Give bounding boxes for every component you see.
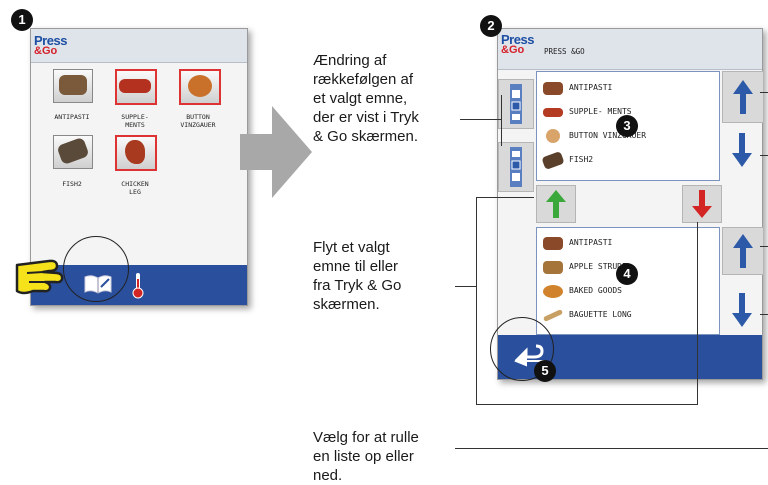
list-item[interactable]: BAGUETTE LONG	[537, 303, 719, 327]
step-badge-3: 3	[616, 115, 638, 137]
caption-move: Flyt et valgt emne til eller fra Tryk & …	[313, 239, 402, 313]
caption-reorder: Ændring af rækkefølgen af et valgt emne,…	[313, 52, 419, 145]
connector-line	[455, 448, 768, 449]
tile-label: CHICKEN LEG	[121, 180, 149, 196]
connector-line	[760, 246, 768, 247]
screen-title: PRESS &GO	[544, 47, 585, 56]
step-badge-4: 4	[616, 263, 638, 285]
list-item-label: BAKED GOODS	[569, 286, 622, 295]
press-go-edit-screen: Press &Go PRESS &GO ANTIPASTI SUPPLE- ME…	[480, 15, 764, 382]
step-badge-2: 2	[480, 15, 502, 37]
reorder-down-icon	[509, 147, 523, 187]
connector-line	[760, 155, 768, 156]
food-icon	[119, 79, 151, 93]
food-icon	[543, 237, 563, 250]
screen2-header: Press &Go PRESS &GO	[498, 29, 762, 70]
tile-label: ANTIPASTI	[54, 113, 90, 121]
connector-line	[455, 286, 477, 287]
step-badge-5: 5	[534, 360, 556, 382]
food-icon	[543, 82, 563, 95]
step-badge-1: 1	[11, 9, 33, 31]
caption-scroll: Vælg for at rulle en liste op eller ned.	[313, 429, 419, 484]
food-icon	[543, 285, 563, 298]
tile-chicken-leg[interactable]	[115, 135, 157, 171]
arrow-up-green-icon	[546, 190, 566, 223]
food-icon	[541, 150, 565, 171]
tile-label: SUPPLE- MENTS	[121, 113, 149, 129]
scroll-up-button-upper[interactable]	[722, 71, 764, 123]
connector-line	[476, 404, 698, 405]
move-item-up-button[interactable]	[498, 79, 534, 129]
list-item-label: FISH2	[569, 155, 594, 164]
connector-line	[476, 197, 534, 198]
food-icon	[546, 129, 560, 143]
tile-button-vinzgauer[interactable]	[179, 69, 221, 105]
arrow-up-icon	[733, 234, 753, 273]
food-icon	[543, 108, 563, 117]
arrow-down-icon	[732, 133, 752, 172]
reorder-up-icon	[509, 84, 523, 124]
tile-label: BUTTON VINZGAUER	[180, 113, 216, 129]
food-icon	[188, 75, 212, 97]
list-item-label: ANTIPASTI	[569, 238, 613, 247]
scroll-up-button-lower[interactable]	[722, 227, 764, 275]
screen1-header: Press &Go	[31, 29, 247, 63]
list-item-label: BAGUETTE LONG	[569, 310, 632, 319]
arrow-up-icon	[733, 80, 753, 119]
arrow-down-icon	[732, 293, 752, 332]
food-icon	[543, 261, 563, 274]
arrow-down-red-icon	[692, 190, 712, 223]
list-item-label: ANTIPASTI	[569, 83, 613, 92]
tile-fish2[interactable]	[53, 135, 93, 169]
list-item-label: SUPPLE- MENTS	[569, 107, 632, 116]
connector-line	[760, 92, 768, 93]
food-icon	[56, 136, 90, 166]
scroll-down-button-lower[interactable]	[722, 289, 762, 333]
food-icon	[59, 75, 87, 95]
connector-line	[501, 95, 502, 146]
move-to-press-go-button[interactable]	[536, 185, 576, 223]
press-go-logo: Press &Go	[501, 33, 534, 56]
food-icon	[125, 140, 145, 164]
connector-line	[760, 314, 768, 315]
move-item-down-button[interactable]	[498, 142, 534, 192]
scroll-down-button-upper[interactable]	[722, 125, 762, 175]
connector-line	[460, 119, 502, 120]
press-go-start-screen: Press &Go ANTIPASTI SUPPLE- MENTS BUTTON…	[11, 9, 248, 306]
tile-antipasti[interactable]	[53, 69, 93, 103]
connector-line	[476, 197, 477, 404]
remove-from-press-go-button[interactable]	[682, 185, 722, 223]
arrow-right-icon	[240, 102, 312, 202]
pointing-hand-icon	[13, 251, 81, 299]
connector-line	[697, 222, 698, 404]
list-item[interactable]: ANTIPASTI	[537, 76, 719, 100]
food-icon	[542, 309, 564, 322]
thermometer-icon[interactable]	[131, 271, 145, 299]
tile-supplements[interactable]	[115, 69, 157, 105]
list-item[interactable]: FISH2	[537, 148, 719, 172]
press-go-logo: Press &Go	[34, 34, 67, 57]
tile-label: FISH2	[62, 180, 82, 188]
list-item[interactable]: ANTIPASTI	[537, 231, 719, 255]
